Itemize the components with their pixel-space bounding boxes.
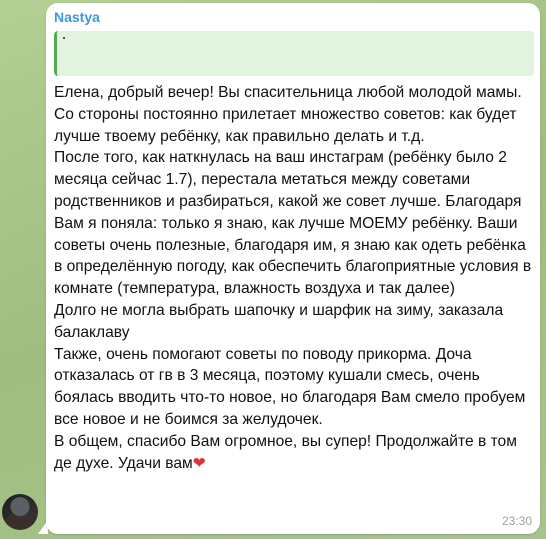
- sender-avatar[interactable]: [2, 494, 38, 530]
- message-timestamp: 23:30: [501, 514, 532, 528]
- message-paragraph: Елена, добрый вечер! Вы спасительница лю…: [54, 84, 522, 145]
- message-paragraph: После того, как наткнулась на ваш инстаг…: [54, 149, 532, 298]
- reply-marker-icon: [63, 37, 65, 39]
- message-paragraph: Долго не могла выбрать шапочку и шарфик …: [54, 301, 504, 341]
- heart-emoji-icon: ❤: [192, 454, 206, 472]
- message-paragraph: Также, очень помогают советы по поводу п…: [54, 345, 526, 428]
- message-paragraph-text: В общем, спасибо Вам огромное, вы супер!…: [54, 432, 517, 472]
- message-bubble[interactable]: Nastya Елена, добрый вечер! Вы спаситель…: [46, 3, 540, 534]
- sender-name[interactable]: Nastya: [54, 9, 100, 25]
- message-text: Елена, добрый вечер! Вы спасительница лю…: [54, 82, 538, 474]
- forwarded-media-block[interactable]: [54, 31, 534, 76]
- message-paragraph-last: В общем, спасибо Вам огромное, вы супер!…: [54, 431, 538, 475]
